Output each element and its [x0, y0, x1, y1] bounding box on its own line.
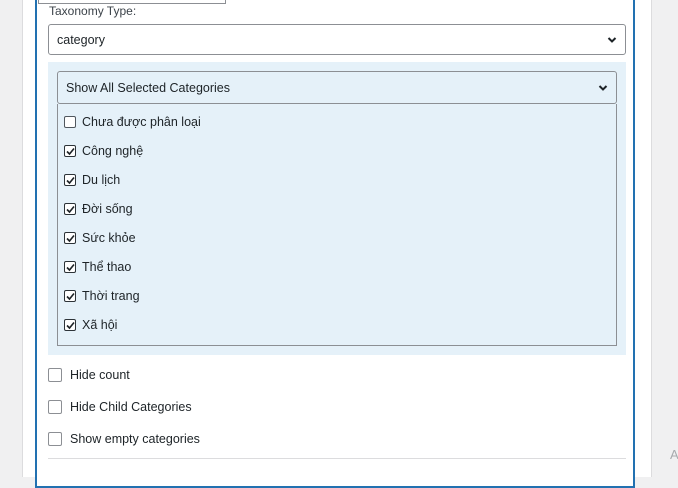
taxonomy-type-select[interactable]: category	[48, 24, 626, 55]
show-empty-label: Show empty categories	[70, 432, 200, 446]
checkmark-icon	[66, 176, 75, 185]
checkmark-icon	[66, 292, 75, 301]
taxonomy-type-value: category	[57, 32, 105, 47]
category-label: Thể thao	[82, 260, 132, 274]
show-empty-checkbox[interactable]	[48, 432, 62, 446]
checkbox-checked[interactable]	[64, 232, 76, 244]
category-label: Du lịch	[82, 173, 121, 187]
category-label: Xã hội	[82, 318, 118, 332]
list-item[interactable]: Du lịch	[64, 170, 120, 190]
list-item[interactable]: Sức khỏe	[64, 228, 136, 248]
taxonomy-type-label: Taxonomy Type:	[49, 4, 137, 18]
category-label: Chưa được phân loại	[82, 115, 201, 129]
list-item[interactable]: Đời sống	[64, 199, 133, 219]
divider	[48, 458, 626, 459]
checkbox-checked[interactable]	[64, 261, 76, 273]
category-selection-box: Show All Selected Categories Chưa được p…	[48, 62, 626, 355]
hide-count-label: Hide count	[70, 368, 130, 382]
checkbox[interactable]	[64, 116, 76, 128]
list-item[interactable]: Thể thao	[64, 257, 131, 277]
chevron-down-icon	[598, 84, 608, 91]
category-filter-select[interactable]: Show All Selected Categories	[57, 71, 617, 104]
list-item[interactable]: Thời trang	[64, 286, 140, 306]
category-filter-value: Show All Selected Categories	[66, 80, 230, 95]
show-empty-option[interactable]: Show empty categories	[48, 429, 200, 449]
list-item[interactable]: Xã hội	[64, 315, 117, 335]
list-item[interactable]: Chưa được phân loại	[64, 112, 201, 132]
list-item[interactable]: Công nghệ	[64, 141, 143, 161]
checkmark-icon	[66, 205, 75, 214]
category-label: Công nghệ	[82, 144, 144, 158]
hide-count-checkbox[interactable]	[48, 368, 62, 382]
checkmark-icon	[66, 321, 75, 330]
hide-child-option[interactable]: Hide Child Categories	[48, 397, 192, 417]
category-label: Thời trang	[82, 289, 140, 303]
checkmark-icon	[66, 234, 75, 243]
checkbox-checked[interactable]	[64, 290, 76, 302]
hide-child-checkbox[interactable]	[48, 400, 62, 414]
hide-child-label: Hide Child Categories	[70, 400, 192, 414]
checkbox-checked[interactable]	[64, 174, 76, 186]
category-label: Đời sống	[82, 202, 133, 216]
checkbox-checked[interactable]	[64, 145, 76, 157]
hide-count-option[interactable]: Hide count	[48, 365, 130, 385]
checkbox-checked[interactable]	[64, 203, 76, 215]
checkmark-icon	[66, 147, 75, 156]
checkbox-checked[interactable]	[64, 319, 76, 331]
chevron-down-icon	[607, 36, 617, 43]
category-label: Sức khỏe	[82, 231, 136, 245]
category-checklist: Chưa được phân loại Công nghệ Du lịch Đờ…	[57, 104, 617, 346]
side-text-fragment: A	[670, 447, 678, 462]
checkmark-icon	[66, 263, 75, 272]
